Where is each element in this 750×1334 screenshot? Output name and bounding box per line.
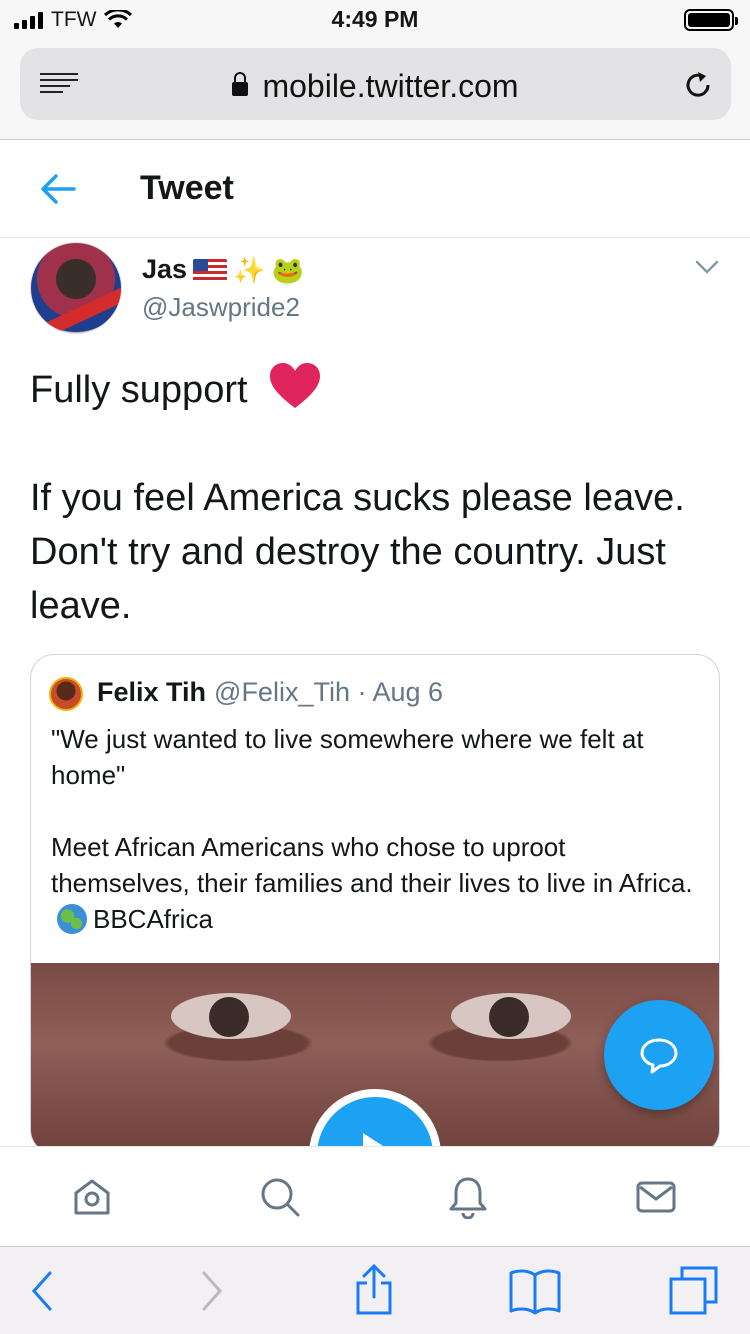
quoted-source: BBCAfrica bbox=[93, 904, 213, 934]
quoted-header: Felix Tih @Felix_Tih · Aug 6 bbox=[97, 677, 443, 708]
us-flag-icon bbox=[193, 258, 228, 281]
quoted-author-name: Felix Tih bbox=[97, 677, 207, 707]
quoted-text: "We just wanted to live somewhere where … bbox=[51, 721, 701, 937]
chevron-down-icon[interactable] bbox=[694, 254, 720, 280]
heart-icon bbox=[270, 363, 321, 408]
tweet-paragraph-2: If you feel America sucks please leave. … bbox=[30, 477, 685, 627]
quoted-separator: · bbox=[357, 677, 367, 707]
quoted-avatar bbox=[49, 677, 83, 711]
tweet-line-1: Fully support bbox=[30, 369, 248, 411]
url-text: mobile.twitter.com bbox=[262, 68, 519, 104]
compose-button[interactable] bbox=[604, 1000, 714, 1110]
author-handle[interactable]: @Jaswpride2 bbox=[142, 292, 300, 323]
author-name[interactable]: Jas bbox=[142, 254, 187, 285]
bookmarks-icon[interactable] bbox=[508, 1267, 562, 1315]
back-arrow-icon[interactable] bbox=[38, 171, 78, 207]
search-icon[interactable] bbox=[258, 1175, 302, 1219]
address-bar[interactable]: mobile.twitter.com bbox=[20, 48, 731, 120]
globe-icon bbox=[57, 904, 87, 934]
play-button[interactable] bbox=[309, 1089, 441, 1153]
thumbnail-detail bbox=[171, 993, 291, 1039]
quoted-author-handle: @Felix_Tih bbox=[214, 677, 350, 707]
tabs-icon[interactable] bbox=[668, 1265, 720, 1317]
tweet-text: Fully support If you feel America sucks … bbox=[30, 362, 720, 633]
home-icon[interactable] bbox=[70, 1175, 114, 1219]
lock-icon bbox=[232, 72, 249, 96]
page-title: Tweet bbox=[140, 169, 234, 207]
mail-icon[interactable] bbox=[634, 1175, 678, 1219]
twitter-bottom-nav bbox=[0, 1146, 750, 1246]
speech-bubble-icon bbox=[640, 1038, 678, 1074]
bell-icon[interactable] bbox=[446, 1175, 490, 1219]
quoted-date: Aug 6 bbox=[372, 677, 444, 707]
reload-icon[interactable] bbox=[681, 68, 715, 102]
status-bar: TFW 4:49 PM bbox=[0, 0, 750, 40]
frog-icon: 🐸 bbox=[271, 254, 304, 285]
battery-icon bbox=[684, 9, 738, 31]
page-header: Tweet bbox=[0, 141, 750, 238]
author-name-row[interactable]: Jas ✨ 🐸 bbox=[142, 254, 304, 285]
browser-toolbar bbox=[0, 1246, 750, 1334]
browser-top-bar: mobile.twitter.com bbox=[0, 40, 750, 140]
back-icon[interactable] bbox=[28, 1269, 58, 1313]
thumbnail-detail bbox=[451, 993, 571, 1039]
status-time: 4:49 PM bbox=[331, 6, 419, 32]
forward-icon[interactable] bbox=[196, 1269, 226, 1313]
quoted-paragraph-2: Meet African Americans who chose to upro… bbox=[51, 832, 693, 898]
sparkles-icon: ✨ bbox=[233, 254, 266, 285]
avatar[interactable] bbox=[30, 242, 122, 334]
quoted-paragraph-1: "We just wanted to live somewhere where … bbox=[51, 724, 644, 790]
share-icon[interactable] bbox=[352, 1263, 396, 1317]
url-display[interactable]: mobile.twitter.com bbox=[20, 68, 731, 105]
